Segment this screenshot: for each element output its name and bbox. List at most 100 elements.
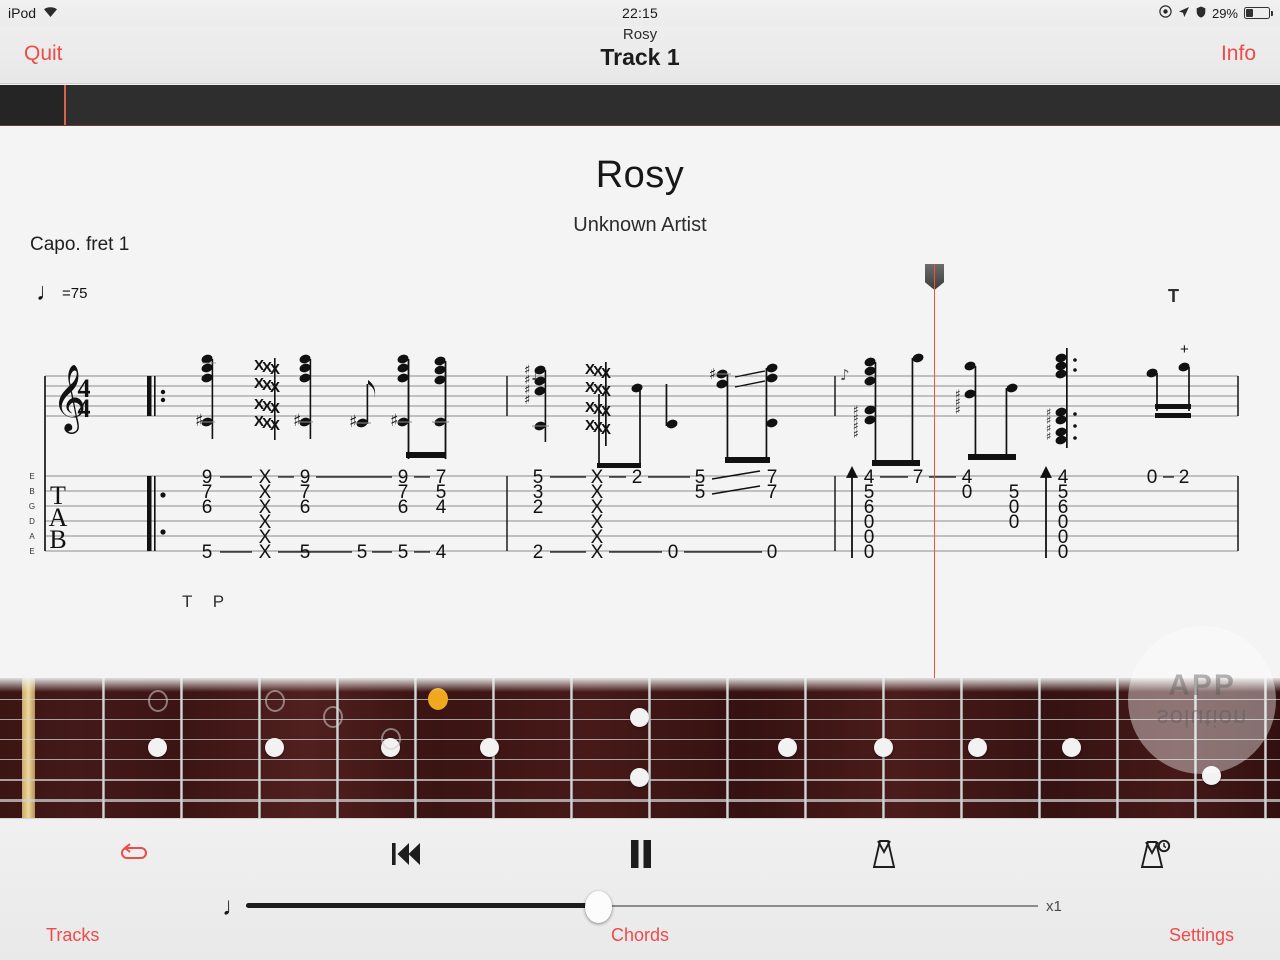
fretboard-view[interactable] — [0, 678, 1280, 818]
svg-text:4: 4 — [436, 497, 447, 518]
loop-icon — [121, 841, 151, 872]
rotation-lock-icon — [1159, 5, 1172, 21]
svg-text:0: 0 — [1058, 542, 1069, 563]
svg-text:♯: ♯ — [390, 411, 398, 431]
fret-inlay — [630, 768, 649, 787]
fret-inlay — [265, 738, 284, 757]
loop-button[interactable] — [107, 833, 165, 879]
slider-thumb[interactable] — [585, 891, 612, 923]
svg-text:2: 2 — [533, 542, 544, 563]
notation-staves: 𝄞 4 4 T A B EBG DAE ♯ X X X X X X X X ♯ … — [0, 126, 1280, 678]
metronome-countin-icon — [1139, 838, 1173, 875]
svg-text:♯: ♯ — [293, 411, 301, 431]
svg-text:♯: ♯ — [195, 411, 203, 431]
svg-text:4: 4 — [436, 542, 447, 563]
page-title: Track 1 — [600, 44, 680, 70]
svg-text:0: 0 — [864, 542, 875, 563]
minimap-played-segment — [0, 85, 64, 125]
guitar-string-e — [0, 699, 1280, 700]
fret-inlay — [1062, 738, 1081, 757]
fret-inlay — [874, 738, 893, 757]
svg-text:0: 0 — [1147, 467, 1158, 488]
pause-button[interactable] — [612, 833, 670, 879]
battery-percent-label: 29% — [1211, 5, 1238, 21]
svg-text:6: 6 — [300, 497, 311, 518]
location-arrow-icon — [1178, 5, 1190, 21]
svg-text:5: 5 — [357, 542, 368, 563]
staff-svg: 𝄞 4 4 T A B EBG DAE ♯ XX XX XX XX ♯ ♯ ♯ … — [29, 341, 1239, 563]
rewind-to-start-icon — [389, 840, 423, 873]
app-root: iPod 22:15 29% Quit Rosy Track 1 Info Ro… — [0, 0, 1280, 960]
fretboard-note-ghost[interactable] — [323, 706, 343, 728]
svg-text:6: 6 — [398, 497, 409, 518]
svg-text:+: + — [1180, 341, 1189, 358]
svg-text:D: D — [29, 517, 35, 526]
svg-text:0: 0 — [1009, 512, 1020, 533]
svg-text:X: X — [591, 542, 604, 563]
svg-text:7: 7 — [767, 482, 778, 503]
svg-text:♯: ♯ — [1046, 430, 1051, 443]
quarter-note-icon: ♩ — [222, 891, 248, 921]
device-name-label: iPod — [8, 5, 37, 21]
fret-inlay — [148, 738, 167, 757]
svg-text:E: E — [29, 472, 34, 481]
svg-text:7: 7 — [913, 467, 924, 488]
status-bar-left: iPod — [0, 5, 300, 21]
guitar-string-low-e — [0, 799, 1280, 802]
slider-track-filled — [246, 903, 598, 908]
svg-text:E: E — [29, 547, 34, 556]
svg-text:♯: ♯ — [349, 412, 357, 432]
chords-button[interactable]: Chords — [0, 925, 1280, 946]
fret-inlay — [778, 738, 797, 757]
svg-text:0: 0 — [668, 542, 679, 563]
svg-text:0: 0 — [962, 482, 973, 503]
svg-text:B: B — [49, 525, 66, 554]
svg-text:5: 5 — [398, 542, 409, 563]
svg-text:G: G — [29, 502, 35, 511]
metronome-countin-button[interactable] — [1127, 833, 1185, 879]
speed-value-label: x1 — [1046, 898, 1062, 915]
status-bar: iPod 22:15 29% — [0, 0, 1280, 26]
song-name-subtitle: Rosy — [622, 26, 658, 43]
svg-text:X: X — [259, 542, 272, 563]
status-bar-right: 29% — [980, 5, 1280, 21]
svg-text:5: 5 — [695, 482, 706, 503]
settings-button[interactable]: Settings — [1169, 925, 1234, 946]
fretboard-top-fade — [0, 678, 1280, 692]
svg-text:4: 4 — [78, 394, 91, 423]
fretboard-note-ghost[interactable] — [265, 690, 285, 712]
svg-text:5: 5 — [202, 542, 213, 563]
svg-text:B: B — [29, 487, 34, 496]
playhead-line — [934, 264, 935, 694]
navigation-bar: Quit Rosy Track 1 Info — [0, 26, 1280, 84]
svg-text:A: A — [29, 532, 35, 541]
metronome-icon — [869, 838, 899, 875]
svg-text:2: 2 — [632, 467, 643, 488]
fret-inlay — [1202, 766, 1221, 785]
fretboard-note-ghost[interactable] — [381, 728, 401, 750]
shield-icon — [1196, 5, 1206, 21]
guitar-string-g — [0, 739, 1280, 740]
status-bar-clock: 22:15 — [621, 5, 659, 21]
pause-icon — [628, 839, 654, 874]
svg-text:♯: ♯ — [955, 403, 961, 417]
score-sheet[interactable]: Rosy Unknown Artist Capo. fret 1 ♩ =75 T… — [0, 126, 1280, 694]
minimap-playhead[interactable] — [64, 85, 66, 125]
fret-inlay — [968, 738, 987, 757]
svg-text:♯: ♯ — [853, 427, 859, 441]
svg-text:0: 0 — [767, 542, 778, 563]
svg-text:2: 2 — [533, 497, 544, 518]
rewind-to-start-button[interactable] — [377, 833, 435, 879]
guitar-string-d — [0, 759, 1280, 760]
svg-text:6: 6 — [202, 497, 213, 518]
info-button[interactable]: Info — [1221, 42, 1256, 66]
svg-text:♪: ♪ — [840, 366, 850, 384]
transport-bar: ♩ x1 Tracks Chords Settings — [0, 818, 1280, 960]
svg-text:♯: ♯ — [524, 393, 530, 408]
fretboard-note-ghost[interactable] — [148, 690, 168, 712]
metronome-button[interactable] — [855, 833, 913, 879]
wifi-icon — [43, 5, 58, 21]
fret-inlay — [480, 738, 499, 757]
fret-inlay — [630, 708, 649, 727]
score-minimap-scrubber[interactable] — [0, 85, 1280, 126]
